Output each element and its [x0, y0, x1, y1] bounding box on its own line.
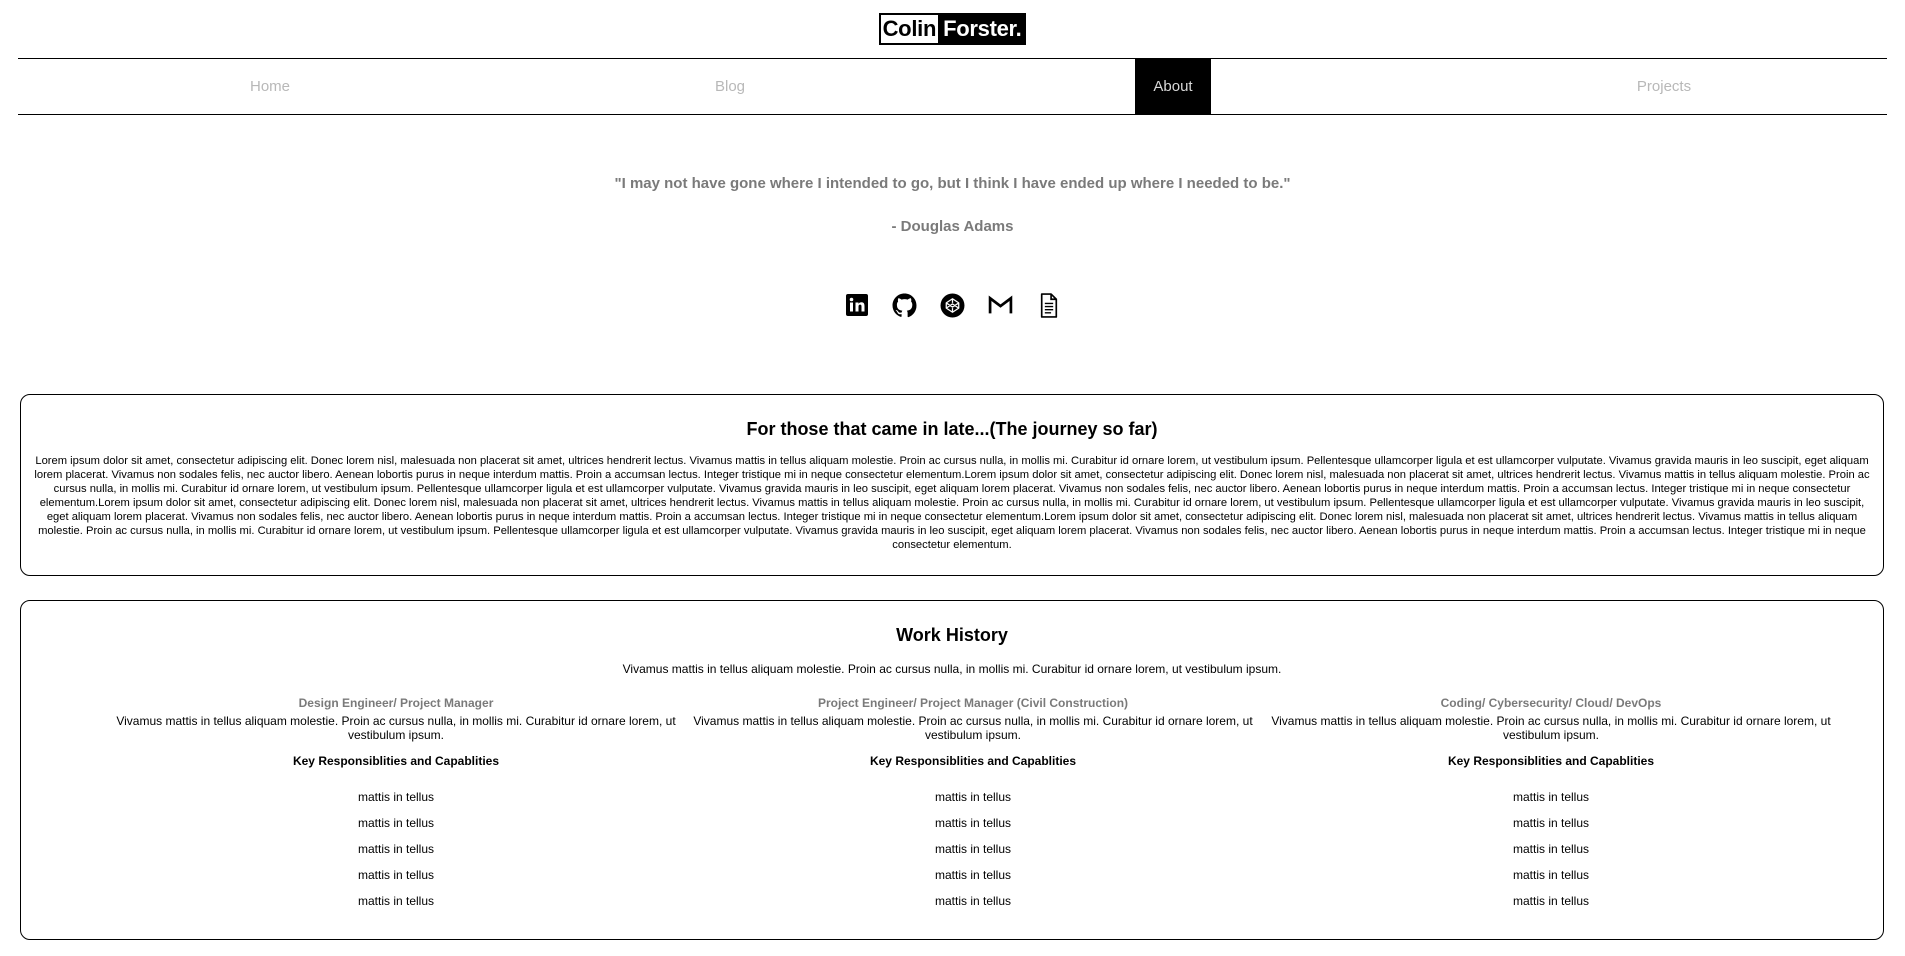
brand-last-name: Forster. [940, 13, 1027, 45]
work-history-intro: Vivamus mattis in tellus aliquam molesti… [622, 662, 1282, 676]
list-item: mattis in tellus [934, 816, 1012, 830]
work-column: Project Engineer/ Project Manager (Civil… [693, 696, 1253, 914]
site-header: Colin Forster. [0, 0, 1905, 58]
linkedin-icon[interactable] [844, 292, 870, 318]
job-title: Coding/ Cybersecurity/ Cloud/ DevOps [1440, 696, 1662, 710]
job-description: Vivamus mattis in tellus aliquam molesti… [116, 714, 676, 742]
list-item: mattis in tellus [934, 894, 1012, 908]
list-item: mattis in tellus [934, 790, 1012, 804]
list-item: mattis in tellus [357, 894, 435, 908]
key-responsibilities-heading: Key Responsiblities and Capablities [869, 754, 1077, 768]
list-item: mattis in tellus [1512, 868, 1590, 882]
responsibility-list: mattis in tellus mattis in tellus mattis… [116, 784, 676, 914]
key-responsibilities-heading: Key Responsiblities and Capablities [1447, 754, 1655, 768]
work-column: Coding/ Cybersecurity/ Cloud/ DevOps Viv… [1271, 696, 1831, 914]
nav-home[interactable]: Home [225, 59, 315, 114]
github-icon[interactable] [892, 292, 918, 318]
list-item: mattis in tellus [934, 868, 1012, 882]
list-item: mattis in tellus [357, 842, 435, 856]
resume-document-icon[interactable] [1036, 292, 1062, 318]
list-item: mattis in tellus [934, 842, 1012, 856]
work-history-title: Work History [896, 625, 1008, 645]
list-item: mattis in tellus [357, 868, 435, 882]
quote-text: "I may not have gone where I intended to… [614, 175, 1291, 192]
brand-first-name: Colin [878, 13, 941, 45]
journey-card: For those that came in late...(The journ… [20, 394, 1884, 576]
job-title: Design Engineer/ Project Manager [298, 696, 494, 710]
list-item: mattis in tellus [1512, 790, 1590, 804]
list-item: mattis in tellus [1512, 816, 1590, 830]
work-column: Design Engineer/ Project Manager Vivamus… [116, 696, 676, 914]
journey-text: Lorem ipsum dolor sit amet, consectetur … [34, 455, 1870, 551]
list-item: mattis in tellus [1512, 894, 1590, 908]
nav-projects[interactable]: Projects [1619, 59, 1709, 114]
work-columns: Design Engineer/ Project Manager Vivamus… [33, 696, 1871, 956]
work-history-card: Work History Vivamus mattis in tellus al… [20, 600, 1884, 940]
list-item: mattis in tellus [357, 790, 435, 804]
journey-title: For those that came in late...(The journ… [746, 419, 1158, 439]
main-nav: Home Blog About Projects [18, 58, 1887, 115]
job-title: Project Engineer/ Project Manager (Civil… [817, 696, 1129, 710]
job-description: Vivamus mattis in tellus aliquam molesti… [693, 714, 1253, 742]
responsibility-list: mattis in tellus mattis in tellus mattis… [1271, 784, 1831, 914]
gmail-icon[interactable] [988, 292, 1014, 318]
list-item: mattis in tellus [357, 816, 435, 830]
list-item: mattis in tellus [1512, 842, 1590, 856]
codepen-icon[interactable] [940, 292, 966, 318]
brand-logo[interactable]: Colin Forster. [878, 13, 1027, 45]
nav-about[interactable]: About [1135, 59, 1211, 114]
nav-blog[interactable]: Blog [685, 59, 775, 114]
key-responsibilities-heading: Key Responsiblities and Capablities [292, 754, 500, 768]
social-links [0, 292, 1905, 318]
quote-author: - Douglas Adams [891, 218, 1014, 235]
responsibility-list: mattis in tellus mattis in tellus mattis… [693, 784, 1253, 914]
job-description: Vivamus mattis in tellus aliquam molesti… [1271, 714, 1831, 742]
